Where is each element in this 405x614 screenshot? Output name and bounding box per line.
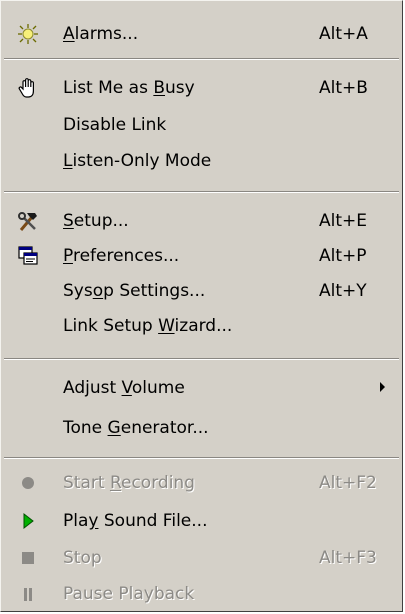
setup-shortcut: Alt+E [319,211,368,231]
alarms-shortcut: Alt+A [319,24,368,44]
disable-link-label: Disable Link [63,115,167,135]
record-icon [16,472,40,494]
menu-item-adjust-volume[interactable]: Adjust Volume [4,371,399,405]
menu-item-listen-only[interactable]: Listen-Only Mode [4,144,399,178]
menu-item-setup[interactable]: Setup... Alt+E [4,204,399,238]
windows-icon [16,245,40,267]
stop-shortcut: Alt+F3 [319,548,377,568]
menu-separator [4,358,399,360]
busy-label: List Me as Busy [63,78,195,98]
menu-item-play-sound-file[interactable]: Play Sound File... [4,504,399,538]
menu-item-busy[interactable]: List Me as Busy Alt+B [4,71,399,105]
adjust-volume-label: Adjust Volume [63,378,185,398]
play-sound-file-label: Play Sound File... [63,511,208,531]
menu-item-link-setup-wizard[interactable]: Link Setup Wizard... [4,309,399,343]
alarms-label: Alarms... [63,24,139,44]
hand-icon [16,77,40,99]
tone-generator-label: Tone Generator... [63,418,209,438]
sun-alarm-icon [16,23,40,45]
menu-item-pause-playback[interactable]: Pause Playback [4,577,399,611]
preferences-shortcut: Alt+P [319,246,367,266]
stop-icon [16,547,40,569]
link-setup-wizard-label: Link Setup Wizard... [63,316,233,336]
setup-label: Setup... [63,211,129,231]
menu-item-disable-link[interactable]: Disable Link [4,108,399,142]
preferences-label: Preferences... [63,246,180,266]
pause-icon [16,583,40,605]
sysop-settings-shortcut: Alt+Y [319,281,367,301]
pause-playback-label: Pause Playback [63,584,195,604]
submenu-arrow-icon [380,382,385,392]
context-menu: Alarms... Alt+A List Me as Busy Alt+B Di… [0,0,403,612]
listen-only-label: Listen-Only Mode [63,151,212,171]
busy-shortcut: Alt+B [319,78,368,98]
menu-item-stop[interactable]: Stop Alt+F3 [4,541,399,575]
stop-label: Stop [63,548,102,568]
menu-separator [4,191,399,193]
menu-separator [4,58,399,60]
sysop-settings-label: Sysop Settings... [63,281,206,301]
play-icon [16,510,40,532]
menu-item-sysop-settings[interactable]: Sysop Settings... Alt+Y [4,274,399,308]
tools-icon [16,210,40,232]
menu-separator [4,457,399,459]
menu-item-preferences[interactable]: Preferences... Alt+P [4,239,399,273]
menu-item-tone-generator[interactable]: Tone Generator... [4,411,399,445]
menu-item-start-recording[interactable]: Start Recording Alt+F2 [4,466,399,500]
menu-item-alarms[interactable]: Alarms... Alt+A [4,17,399,51]
start-recording-label: Start Recording [63,473,195,493]
start-recording-shortcut: Alt+F2 [319,473,377,493]
